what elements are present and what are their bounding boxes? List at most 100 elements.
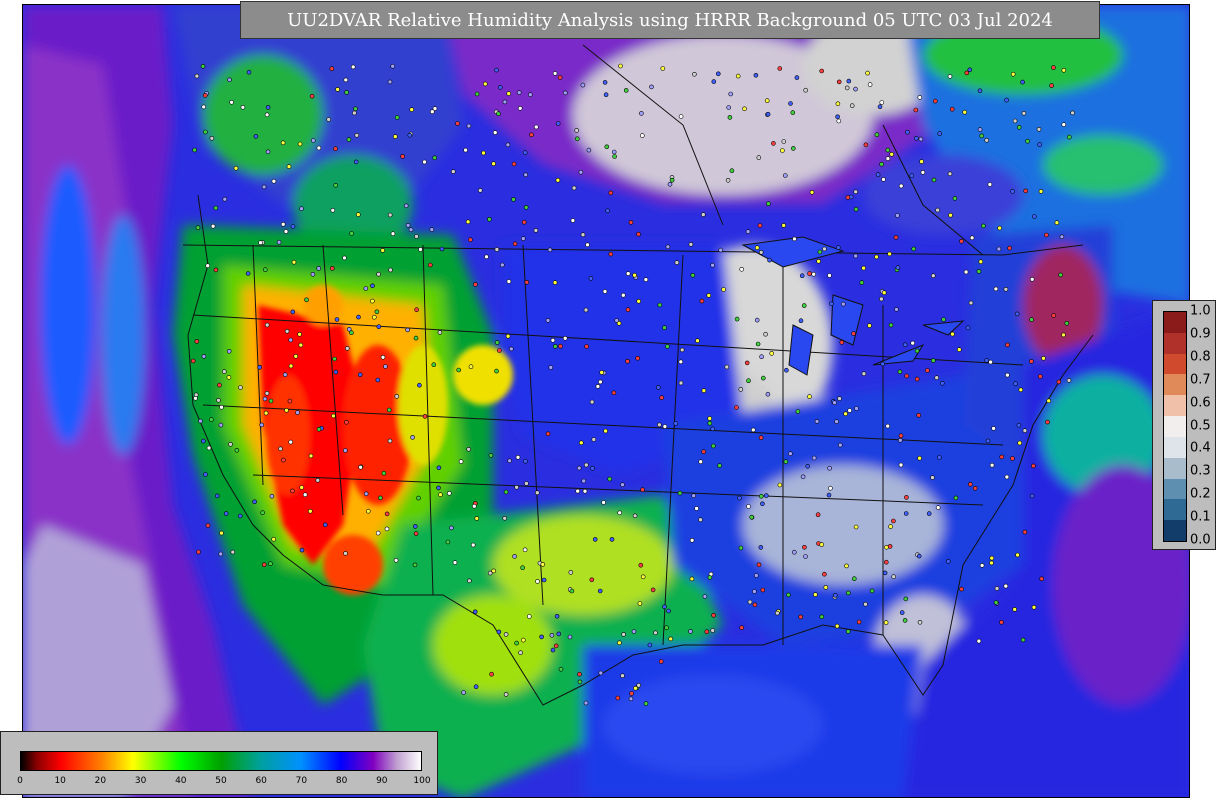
station-dot [203,93,208,98]
station-dot [677,490,683,496]
station-dot [993,600,999,605]
rh-tick-label: 90 [376,776,388,786]
station-dot [302,492,308,498]
station-dot [473,684,479,690]
station-dot [889,152,895,157]
station-dot [701,449,707,455]
station-dot [427,262,433,268]
station-dot [794,75,800,80]
station-dot [386,407,392,413]
station-dot [608,190,614,196]
station-dot [577,679,583,685]
station-dot [304,297,309,303]
station-dot [903,511,909,516]
station-dot [575,488,581,494]
station-dot [198,418,203,424]
station-dot [666,608,671,614]
station-dot [466,123,472,129]
station-dot [962,109,968,115]
station-dot [333,369,339,375]
station-dot [499,262,505,268]
station-dot [545,431,551,437]
station-dot [640,487,645,493]
station-dot [233,165,239,171]
station-dot [408,227,414,232]
station-dot [205,523,211,528]
station-dot [717,463,722,468]
station-dot [636,231,641,237]
station-dot [953,495,959,501]
station-dot [288,439,294,445]
station-dot [763,331,768,337]
station-dot [503,692,509,697]
station-dot [749,514,755,520]
station-dot [571,185,577,191]
station-dot [580,232,586,237]
station-dot [639,111,644,116]
station-dot [759,354,764,360]
station-dot [913,107,919,113]
station-dot [539,634,544,640]
station-dot [259,422,264,428]
station-dot [1037,142,1043,147]
station-dot [344,90,349,95]
station-dot [568,570,574,575]
station-dot [795,409,801,414]
station-dot [1067,134,1072,140]
station-dot [658,659,664,664]
station-dot [1014,311,1020,317]
station-dot [609,537,615,542]
station-dot [522,150,528,155]
station-dot [725,178,731,183]
station-dot [326,117,332,122]
station-dot [657,302,663,308]
station-dot [578,169,584,175]
station-dot [376,324,382,330]
station-dot [562,90,568,96]
station-dot [533,228,539,233]
station-dot [446,490,452,496]
station-dot [416,495,421,501]
station-dot [949,106,955,112]
station-dot [315,477,321,483]
station-dot [228,441,233,447]
station-dot [999,619,1004,625]
station-dot [916,412,922,418]
station-dot [219,530,224,536]
station-dot [582,488,588,494]
station-dot [381,470,387,476]
station-dot [935,207,940,213]
station-dot [603,428,608,434]
station-dot [756,562,762,568]
station-dot [798,614,804,620]
station-dot [660,66,666,71]
station-dot [438,492,443,498]
station-dot [608,251,614,257]
station-dot [308,453,314,459]
station-dot [692,72,697,77]
station-dot [299,485,305,490]
station-dot [879,296,884,302]
station-dot [669,177,675,183]
station-dot [280,222,286,227]
rh-tick-label: 20 [94,776,107,786]
station-dot [375,377,381,383]
station-dot [835,245,841,250]
station-dot [617,510,623,516]
station-dot [291,259,297,265]
station-dot [650,587,656,593]
station-dot [1020,79,1025,85]
station-dot [984,358,990,363]
station-dot [526,614,532,619]
station-dot [853,253,859,259]
station-dot [429,109,435,114]
station-dot [282,372,288,378]
station-dot [777,66,783,71]
station-dot [1058,272,1063,278]
station-dot [445,539,451,545]
station-dot [1022,428,1028,433]
station-dot [996,246,1002,252]
station-dot [307,508,313,514]
station-dot [574,136,580,142]
station-dot [959,586,964,592]
